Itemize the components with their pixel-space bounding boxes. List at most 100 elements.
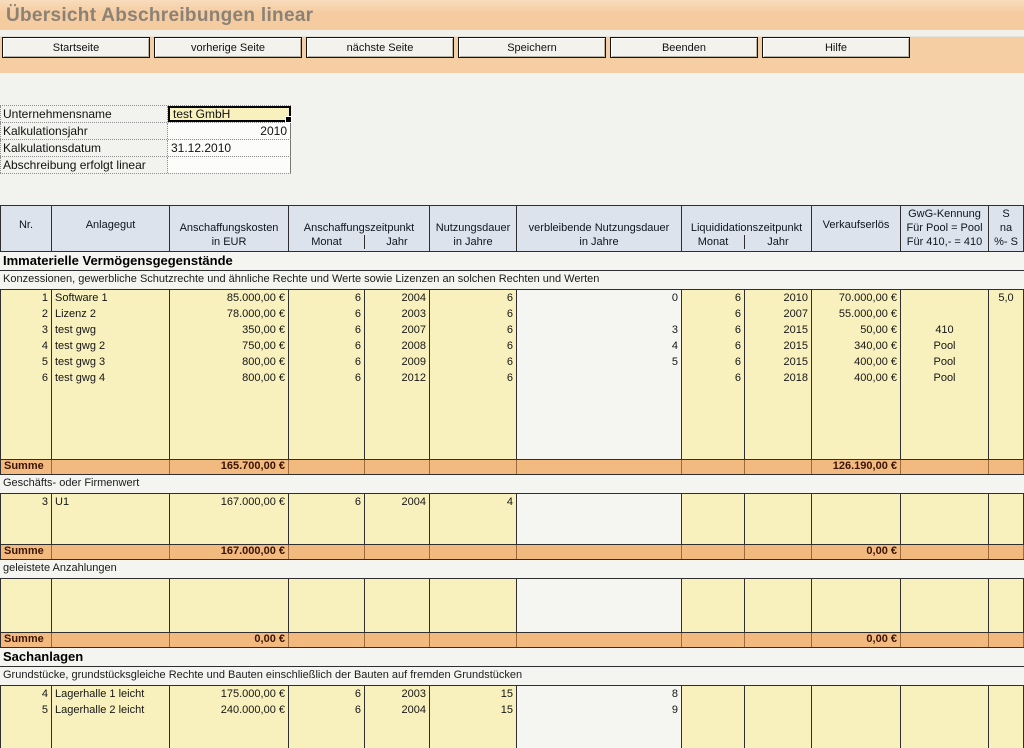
- cell-sonder[interactable]: [989, 494, 1023, 510]
- cell-sonder[interactable]: 5,0: [989, 290, 1023, 306]
- cell-ansch-jahr[interactable]: 2007: [365, 322, 429, 338]
- cell-nr[interactable]: 3: [1, 322, 51, 338]
- cell-anlagegut[interactable]: test gwg 3: [52, 354, 169, 370]
- cell-nr[interactable]: 5: [1, 354, 51, 370]
- cell-liq-monat[interactable]: 6: [682, 354, 744, 370]
- cell-anlagegut[interactable]: test gwg: [52, 322, 169, 338]
- cell-nutzungsdauer[interactable]: 6: [430, 338, 516, 354]
- toolbar-button-beenden[interactable]: Beenden: [610, 37, 758, 58]
- cell-sonder[interactable]: [989, 702, 1023, 718]
- toolbar-button-hilfe[interactable]: Hilfe: [762, 37, 910, 58]
- form-value-cell[interactable]: 31.12.2010: [168, 140, 291, 156]
- cell-liq-jahr[interactable]: 2015: [745, 354, 811, 370]
- selection-fill-handle[interactable]: [285, 116, 292, 123]
- cell-ansch-monat[interactable]: 6: [289, 702, 364, 718]
- cell-nutzungsdauer[interactable]: 6: [430, 322, 516, 338]
- cell-verkaufserloes[interactable]: 70.000,00 €: [812, 290, 900, 306]
- cell-sonder[interactable]: [989, 354, 1023, 370]
- cell-liq-jahr[interactable]: 2010: [745, 290, 811, 306]
- cell-gwg[interactable]: Pool: [901, 354, 988, 370]
- cell-nutzungsdauer[interactable]: 15: [430, 686, 516, 702]
- cell-liq-monat[interactable]: [682, 686, 744, 702]
- cell-liq-monat[interactable]: 6: [682, 370, 744, 386]
- cell-ansch-jahr[interactable]: 2012: [365, 370, 429, 386]
- cell-liq-jahr[interactable]: [745, 686, 811, 702]
- cell-anlagegut[interactable]: Software 1: [52, 290, 169, 306]
- toolbar-button-speichern[interactable]: Speichern: [458, 37, 606, 58]
- cell-verkaufserloes[interactable]: [812, 702, 900, 718]
- cell-kosten[interactable]: 85.000,00 €: [170, 290, 288, 306]
- cell-nr[interactable]: 3: [1, 494, 51, 510]
- cell-kosten[interactable]: 167.000,00 €: [170, 494, 288, 510]
- cell-gwg[interactable]: [901, 494, 988, 510]
- cell-kosten[interactable]: 175.000,00 €: [170, 686, 288, 702]
- cell-verbleibende[interactable]: 8: [517, 686, 681, 702]
- cell-ansch-jahr[interactable]: 2004: [365, 494, 429, 510]
- cell-verbleibende[interactable]: [517, 370, 681, 386]
- cell-kosten[interactable]: 78.000,00 €: [170, 306, 288, 322]
- cell-liq-monat[interactable]: 6: [682, 322, 744, 338]
- cell-sonder[interactable]: [989, 370, 1023, 386]
- cell-nr[interactable]: 6: [1, 370, 51, 386]
- cell-verkaufserloes[interactable]: 55.000,00 €: [812, 306, 900, 322]
- cell-kosten[interactable]: 800,00 €: [170, 370, 288, 386]
- cell-liq-monat[interactable]: [682, 702, 744, 718]
- cell-gwg[interactable]: [901, 686, 988, 702]
- form-value-cell[interactable]: 2010: [168, 123, 291, 139]
- cell-anlagegut[interactable]: test gwg 2: [52, 338, 169, 354]
- cell-nr[interactable]: 5: [1, 702, 51, 718]
- cell-nutzungsdauer[interactable]: 4: [430, 494, 516, 510]
- cell-anlagegut[interactable]: U1: [52, 494, 169, 510]
- cell-kosten[interactable]: 350,00 €: [170, 322, 288, 338]
- cell-verkaufserloes[interactable]: 50,00 €: [812, 322, 900, 338]
- cell-sonder[interactable]: [989, 322, 1023, 338]
- toolbar-button-n-chste-seite[interactable]: nächste Seite: [306, 37, 454, 58]
- cell-liq-monat[interactable]: [682, 494, 744, 510]
- cell-gwg[interactable]: [901, 290, 988, 306]
- cell-anlagegut[interactable]: Lizenz 2: [52, 306, 169, 322]
- cell-nr[interactable]: 2: [1, 306, 51, 322]
- cell-liq-monat[interactable]: 6: [682, 338, 744, 354]
- cell-verbleibende[interactable]: 3: [517, 322, 681, 338]
- cell-ansch-monat[interactable]: 6: [289, 338, 364, 354]
- cell-gwg[interactable]: [901, 702, 988, 718]
- cell-verbleibende[interactable]: 0: [517, 290, 681, 306]
- cell-liq-monat[interactable]: 6: [682, 306, 744, 322]
- cell-liq-jahr[interactable]: [745, 702, 811, 718]
- cell-liq-monat[interactable]: 6: [682, 290, 744, 306]
- cell-verbleibende[interactable]: [517, 306, 681, 322]
- cell-verkaufserloes[interactable]: 340,00 €: [812, 338, 900, 354]
- cell-kosten[interactable]: 240.000,00 €: [170, 702, 288, 718]
- cell-ansch-jahr[interactable]: 2004: [365, 702, 429, 718]
- cell-verbleibende[interactable]: 4: [517, 338, 681, 354]
- cell-verkaufserloes[interactable]: [812, 494, 900, 510]
- cell-verkaufserloes[interactable]: 400,00 €: [812, 370, 900, 386]
- cell-sonder[interactable]: [989, 338, 1023, 354]
- cell-nutzungsdauer[interactable]: 15: [430, 702, 516, 718]
- cell-gwg[interactable]: Pool: [901, 338, 988, 354]
- cell-anlagegut[interactable]: Lagerhalle 2 leicht: [52, 702, 169, 718]
- cell-liq-jahr[interactable]: 2015: [745, 338, 811, 354]
- cell-ansch-monat[interactable]: 6: [289, 290, 364, 306]
- cell-ansch-monat[interactable]: 6: [289, 354, 364, 370]
- cell-verkaufserloes[interactable]: 400,00 €: [812, 354, 900, 370]
- cell-nutzungsdauer[interactable]: 6: [430, 354, 516, 370]
- cell-ansch-jahr[interactable]: 2003: [365, 306, 429, 322]
- cell-gwg[interactable]: Pool: [901, 370, 988, 386]
- cell-kosten[interactable]: 750,00 €: [170, 338, 288, 354]
- cell-verbleibende[interactable]: 9: [517, 702, 681, 718]
- form-value-cell[interactable]: [168, 157, 291, 173]
- cell-sonder[interactable]: [989, 306, 1023, 322]
- form-value-cell[interactable]: test GmbH: [168, 106, 291, 122]
- cell-ansch-jahr[interactable]: 2009: [365, 354, 429, 370]
- cell-verbleibende[interactable]: [517, 494, 681, 510]
- cell-kosten[interactable]: 800,00 €: [170, 354, 288, 370]
- cell-nutzungsdauer[interactable]: 6: [430, 306, 516, 322]
- cell-ansch-monat[interactable]: 6: [289, 494, 364, 510]
- cell-ansch-monat[interactable]: 6: [289, 686, 364, 702]
- cell-ansch-monat[interactable]: 6: [289, 322, 364, 338]
- cell-nr[interactable]: 4: [1, 686, 51, 702]
- cell-liq-jahr[interactable]: [745, 494, 811, 510]
- cell-gwg[interactable]: [901, 306, 988, 322]
- cell-nr[interactable]: 4: [1, 338, 51, 354]
